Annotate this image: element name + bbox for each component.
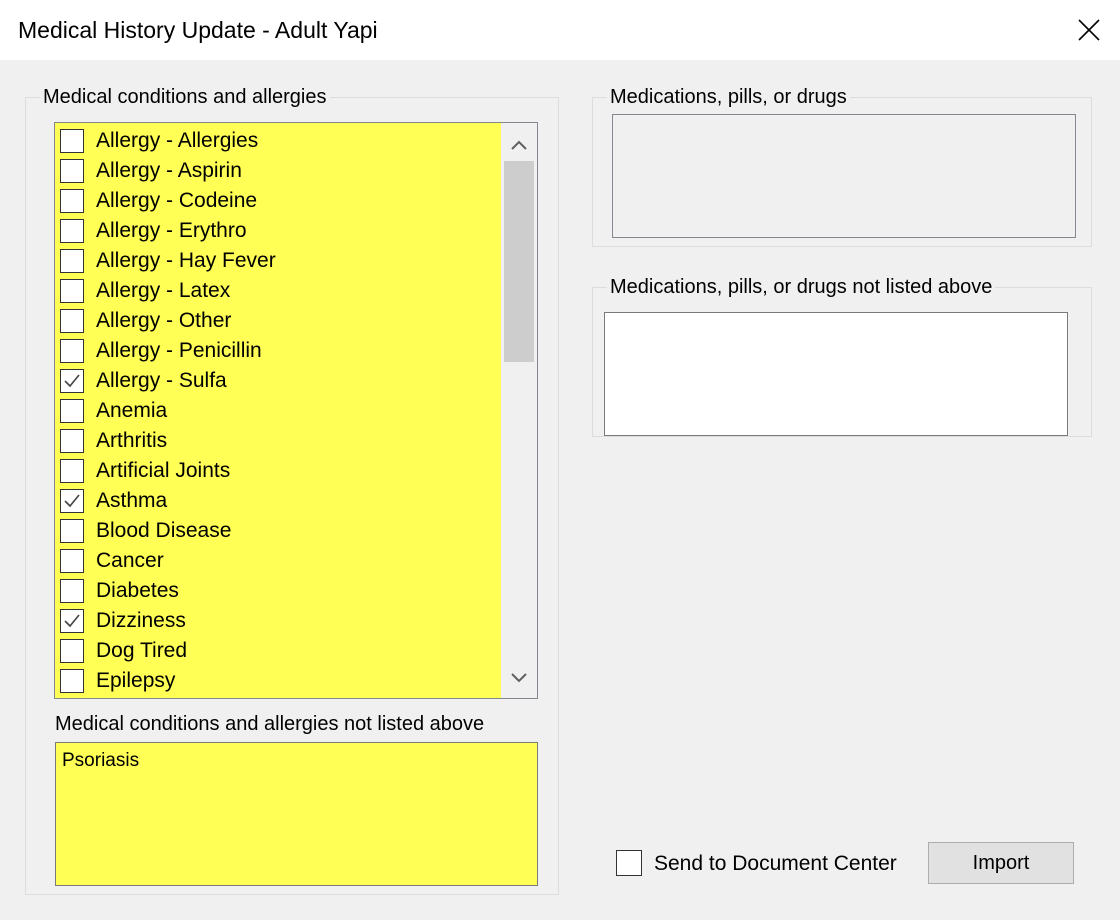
condition-checkbox[interactable]: [60, 609, 84, 633]
conditions-list: Allergy - Allergies Allergy - Aspirin Alle…: [55, 123, 501, 698]
condition-checkbox[interactable]: [60, 159, 84, 183]
condition-checkbox[interactable]: [60, 489, 84, 513]
send-to-document-center-checkbox[interactable]: [616, 850, 642, 876]
condition-label: Allergy - Sulfa: [96, 369, 227, 392]
condition-checkbox[interactable]: [60, 369, 84, 393]
chevron-down-icon: [511, 673, 527, 683]
condition-item[interactable]: Cancer: [60, 546, 500, 576]
condition-item[interactable]: Allergy - Aspirin: [60, 156, 500, 186]
condition-checkbox[interactable]: [60, 279, 84, 303]
chevron-up-icon: [511, 140, 527, 150]
condition-checkbox[interactable]: [60, 549, 84, 573]
condition-checkbox[interactable]: [60, 249, 84, 273]
condition-checkbox[interactable]: [60, 459, 84, 483]
medications-other-legend: Medications, pills, or drugs not listed …: [607, 275, 996, 299]
condition-label: Allergy - Other: [96, 309, 232, 332]
condition-label: Allergy - Codeine: [96, 189, 258, 212]
condition-item[interactable]: Dizziness: [60, 606, 500, 636]
scroll-up-button[interactable]: [501, 127, 537, 163]
condition-label: Allergy - Penicillin: [96, 339, 262, 362]
send-to-document-center-label[interactable]: Send to Document Center: [654, 850, 897, 878]
condition-item[interactable]: Allergy - Other: [60, 306, 500, 336]
condition-label: Anemia: [96, 399, 168, 422]
condition-checkbox[interactable]: [60, 399, 84, 423]
scroll-thumb[interactable]: [504, 161, 534, 362]
condition-item[interactable]: Arthritis: [60, 426, 500, 456]
title-bar: Medical History Update - Adult Yapi: [0, 0, 1120, 60]
condition-label: Allergy - Aspirin: [96, 159, 242, 182]
medications-other-input[interactable]: [604, 312, 1068, 436]
condition-checkbox[interactable]: [60, 669, 84, 693]
condition-item[interactable]: Blood Disease: [60, 516, 500, 546]
condition-label: Artificial Joints: [96, 459, 231, 482]
condition-item[interactable]: Anemia: [60, 396, 500, 426]
conditions-listbox[interactable]: Allergy - Allergies Allergy - Aspirin Alle…: [54, 122, 538, 699]
condition-item[interactable]: Allergy - Hay Fever: [60, 246, 500, 276]
condition-label: Dog Tired: [96, 639, 188, 662]
condition-item[interactable]: Dog Tired: [60, 636, 500, 666]
condition-item[interactable]: Epilepsy: [60, 666, 500, 696]
close-icon: [1078, 19, 1100, 41]
condition-checkbox[interactable]: [60, 519, 84, 543]
condition-label: Arthritis: [96, 429, 168, 452]
conditions-scrollbar[interactable]: [501, 123, 537, 698]
window-title: Medical History Update - Adult Yapi: [18, 17, 378, 43]
condition-label: Allergy - Latex: [96, 279, 231, 302]
close-button[interactable]: [1058, 0, 1120, 60]
condition-label: Allergy - Allergies: [96, 129, 259, 152]
conditions-not-listed-label: Medical conditions and allergies not lis…: [55, 713, 485, 735]
condition-checkbox[interactable]: [60, 189, 84, 213]
condition-item[interactable]: Allergy - Penicillin: [60, 336, 500, 366]
condition-checkbox[interactable]: [60, 339, 84, 363]
medications-list[interactable]: [612, 114, 1076, 238]
condition-checkbox[interactable]: [60, 429, 84, 453]
checkmark-icon: [64, 494, 80, 508]
condition-label: Cancer: [96, 549, 164, 572]
condition-item[interactable]: Asthma: [60, 486, 500, 516]
checkmark-icon: [64, 374, 80, 388]
condition-item[interactable]: Allergy - Allergies: [60, 126, 500, 156]
condition-item[interactable]: Allergy - Sulfa: [60, 366, 500, 396]
conditions-not-listed-input[interactable]: Psoriasis: [55, 742, 538, 886]
condition-label: Epilepsy: [96, 669, 176, 692]
import-button[interactable]: Import: [928, 842, 1074, 884]
condition-item[interactable]: Allergy - Latex: [60, 276, 500, 306]
condition-label: Asthma: [96, 489, 168, 512]
condition-item[interactable]: Allergy - Codeine: [60, 186, 500, 216]
conditions-legend: Medical conditions and allergies: [40, 85, 330, 109]
checkmark-icon: [64, 614, 80, 628]
condition-checkbox[interactable]: [60, 639, 84, 663]
condition-label: Allergy - Hay Fever: [96, 249, 276, 272]
condition-checkbox[interactable]: [60, 129, 84, 153]
condition-checkbox[interactable]: [60, 309, 84, 333]
condition-label: Dizziness: [96, 609, 186, 632]
scroll-down-button[interactable]: [501, 660, 537, 696]
condition-label: Blood Disease: [96, 519, 232, 542]
condition-item[interactable]: Diabetes: [60, 576, 500, 606]
medications-legend: Medications, pills, or drugs: [607, 85, 850, 109]
condition-label: Diabetes: [96, 579, 179, 602]
condition-item[interactable]: Artificial Joints: [60, 456, 500, 486]
condition-item[interactable]: Allergy - Erythro: [60, 216, 500, 246]
condition-label: Allergy - Erythro: [96, 219, 247, 242]
condition-checkbox[interactable]: [60, 219, 84, 243]
condition-checkbox[interactable]: [60, 579, 84, 603]
